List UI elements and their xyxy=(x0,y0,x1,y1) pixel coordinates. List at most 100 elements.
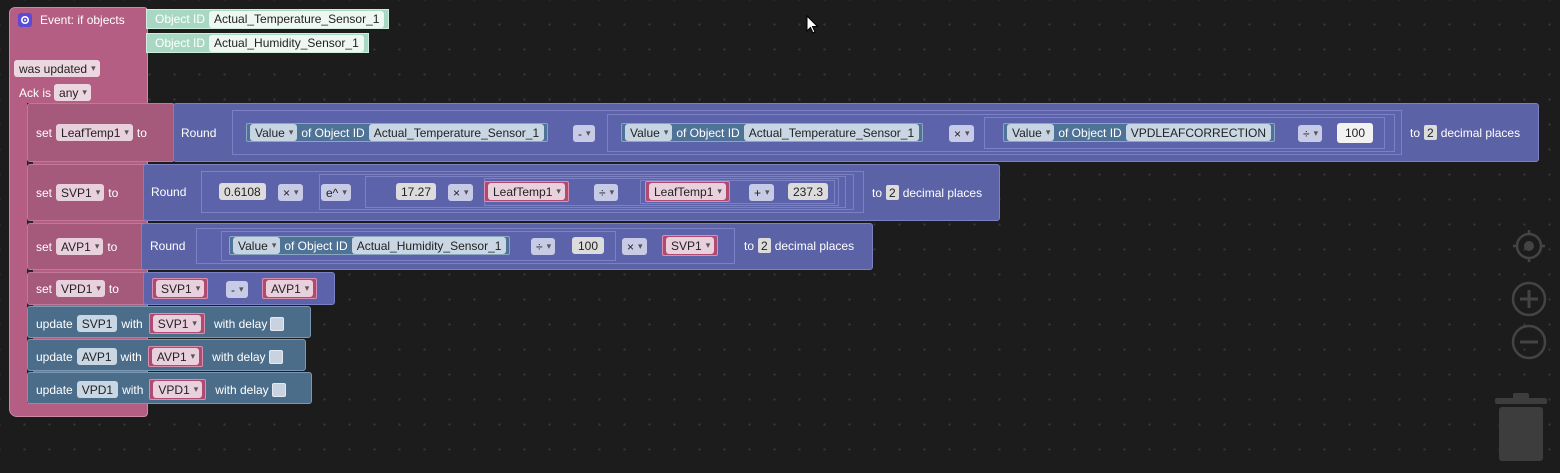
value-dropdown[interactable]: Value xyxy=(250,124,298,141)
update-target-input[interactable]: VPD1 xyxy=(76,381,119,398)
var-get-block[interactable]: AVP1 xyxy=(147,346,204,367)
delay-checkbox[interactable] xyxy=(270,316,285,331)
op-divide-dropdown[interactable]: ÷ xyxy=(531,238,556,255)
object-id-input[interactable]: Actual_Temperature_Sensor_1 xyxy=(368,124,545,141)
number-input[interactable]: 17.27 xyxy=(396,183,437,200)
number-input[interactable]: 100 xyxy=(1337,123,1374,143)
to-prefix-label: to xyxy=(1410,125,1421,140)
round-label: Round xyxy=(151,185,187,199)
number-input[interactable]: 237.3 xyxy=(788,183,829,200)
with-delay-label: with delay xyxy=(212,349,266,364)
value-of-object-3[interactable]: Value of Object ID VPDLEAFCORRECTION xyxy=(1003,123,1276,142)
to-prefix-label: to xyxy=(872,185,883,200)
value-dropdown[interactable]: Value xyxy=(233,237,281,254)
var-get-block[interactable]: SVP1 xyxy=(148,313,205,334)
value-dropdown[interactable]: Value xyxy=(625,124,673,141)
with-delay-label: with delay xyxy=(215,382,269,397)
round-label: Round xyxy=(181,126,217,140)
op-multiply-dropdown[interactable]: × xyxy=(622,238,647,255)
zoom-out-icon[interactable] xyxy=(1511,324,1547,360)
set-label: set xyxy=(36,281,53,296)
update-target-input[interactable]: SVP1 xyxy=(76,315,118,332)
event-title: Event: if objects xyxy=(40,13,125,27)
object-id-block-2[interactable]: Object ID Actual_Humidity_Sensor_1 xyxy=(146,33,369,53)
var-get-block[interactable]: LeafTemp1 xyxy=(484,181,569,202)
object-id-block-1[interactable]: Object ID Actual_Temperature_Sensor_1 xyxy=(146,9,390,29)
with-label: with xyxy=(121,316,143,331)
target-icon[interactable] xyxy=(1511,228,1547,264)
to-label: to xyxy=(136,125,147,140)
op-subtract-dropdown[interactable]: - xyxy=(573,125,595,142)
var-get-block[interactable]: AVP1 xyxy=(262,278,318,299)
value-of-object-2[interactable]: Value of Object ID Actual_Temperature_Se… xyxy=(621,123,924,142)
delay-checkbox[interactable] xyxy=(268,349,283,364)
of-object-id-label: of Object ID xyxy=(301,125,365,140)
gear-icon[interactable] xyxy=(18,13,32,27)
op-divide-dropdown[interactable]: ÷ xyxy=(1298,125,1323,142)
op-multiply-dropdown[interactable]: × xyxy=(949,125,974,142)
object-id-label: Object ID xyxy=(155,36,206,50)
func-dropdown[interactable]: e^ xyxy=(321,184,351,201)
of-object-id-label: of Object ID xyxy=(676,125,740,140)
round-label: Round xyxy=(150,239,186,253)
var-dropdown[interactable]: VPD1 xyxy=(153,381,203,398)
with-label: with xyxy=(120,349,142,364)
var-dropdown[interactable]: SVP1 xyxy=(156,280,205,297)
object-id-input[interactable]: Actual_Humidity_Sensor_1 xyxy=(351,237,507,254)
update-label: update xyxy=(36,349,73,364)
var-dropdown[interactable]: AVP1 xyxy=(266,280,314,297)
number-input[interactable]: 0.6108 xyxy=(219,183,266,200)
update-target-input[interactable]: AVP1 xyxy=(76,348,117,365)
op-subtract-dropdown[interactable]: - xyxy=(226,281,248,298)
object-id-input[interactable]: Actual_Temperature_Sensor_1 xyxy=(743,124,920,141)
cursor-icon xyxy=(806,15,819,34)
to-label: to xyxy=(108,281,119,296)
number-input[interactable]: 100 xyxy=(572,237,605,254)
to-label: to xyxy=(107,239,118,254)
with-delay-label: with delay xyxy=(213,316,268,331)
avp-var-dropdown[interactable]: AVP1 xyxy=(56,238,104,255)
decimals-input[interactable]: 2 xyxy=(886,185,899,200)
value-of-object-1[interactable]: Value of Object ID Actual_Temperature_Se… xyxy=(246,123,549,142)
to-label: to xyxy=(108,185,119,200)
value-dropdown[interactable]: Value xyxy=(1007,124,1055,141)
set-label: set xyxy=(36,125,53,140)
var-get-block[interactable]: VPD1 xyxy=(149,379,207,400)
svp-var-dropdown[interactable]: SVP1 xyxy=(56,184,105,201)
var-dropdown[interactable]: SVP1 xyxy=(152,315,201,332)
object-id-input[interactable]: VPDLEAFCORRECTION xyxy=(1125,124,1272,141)
op-multiply-dropdown[interactable]: × xyxy=(448,184,473,201)
trash-icon[interactable] xyxy=(1493,393,1549,463)
ack-dropdown[interactable]: any xyxy=(54,84,91,101)
var-dropdown[interactable]: LeafTemp1 xyxy=(649,183,726,200)
op-add-dropdown[interactable]: + xyxy=(749,184,774,201)
object-id-input-1[interactable]: Actual_Temperature_Sensor_1 xyxy=(209,10,385,28)
decimal-places-label: decimal places xyxy=(1440,125,1521,140)
of-object-id-label: of Object ID xyxy=(1058,125,1122,140)
trigger-dropdown[interactable]: was updated xyxy=(14,60,100,77)
update-label: update xyxy=(36,382,73,397)
var-get-block[interactable]: SVP1 xyxy=(152,278,209,299)
decimal-places-label: decimal places xyxy=(774,238,855,253)
with-label: with xyxy=(122,382,144,397)
leaftemp-var-dropdown[interactable]: LeafTemp1 xyxy=(56,124,133,141)
vpd-var-dropdown[interactable]: VPD1 xyxy=(56,280,105,297)
decimals-input[interactable]: 2 xyxy=(1424,125,1437,140)
value-of-object-avp[interactable]: Value of Object ID Actual_Humidity_Senso… xyxy=(229,236,511,255)
object-id-input-2[interactable]: Actual_Humidity_Sensor_1 xyxy=(209,34,364,52)
update-label: update xyxy=(36,316,73,331)
of-object-id-label: of Object ID xyxy=(284,238,348,253)
var-dropdown[interactable]: LeafTemp1 xyxy=(488,183,565,200)
zoom-in-icon[interactable] xyxy=(1511,281,1547,317)
delay-checkbox[interactable] xyxy=(271,382,286,397)
var-dropdown[interactable]: AVP1 xyxy=(151,348,200,365)
var-get-block[interactable]: SVP1 xyxy=(662,235,719,256)
object-id-label: Object ID xyxy=(155,12,206,26)
var-dropdown[interactable]: SVP1 xyxy=(666,237,715,254)
decimals-input[interactable]: 2 xyxy=(758,238,771,253)
var-get-block[interactable]: LeafTemp1 xyxy=(645,181,730,202)
set-label: set xyxy=(36,185,53,200)
op-divide-dropdown[interactable]: ÷ xyxy=(594,184,619,201)
decimal-places-label: decimal places xyxy=(902,185,983,200)
op-multiply-dropdown[interactable]: × xyxy=(278,184,303,201)
